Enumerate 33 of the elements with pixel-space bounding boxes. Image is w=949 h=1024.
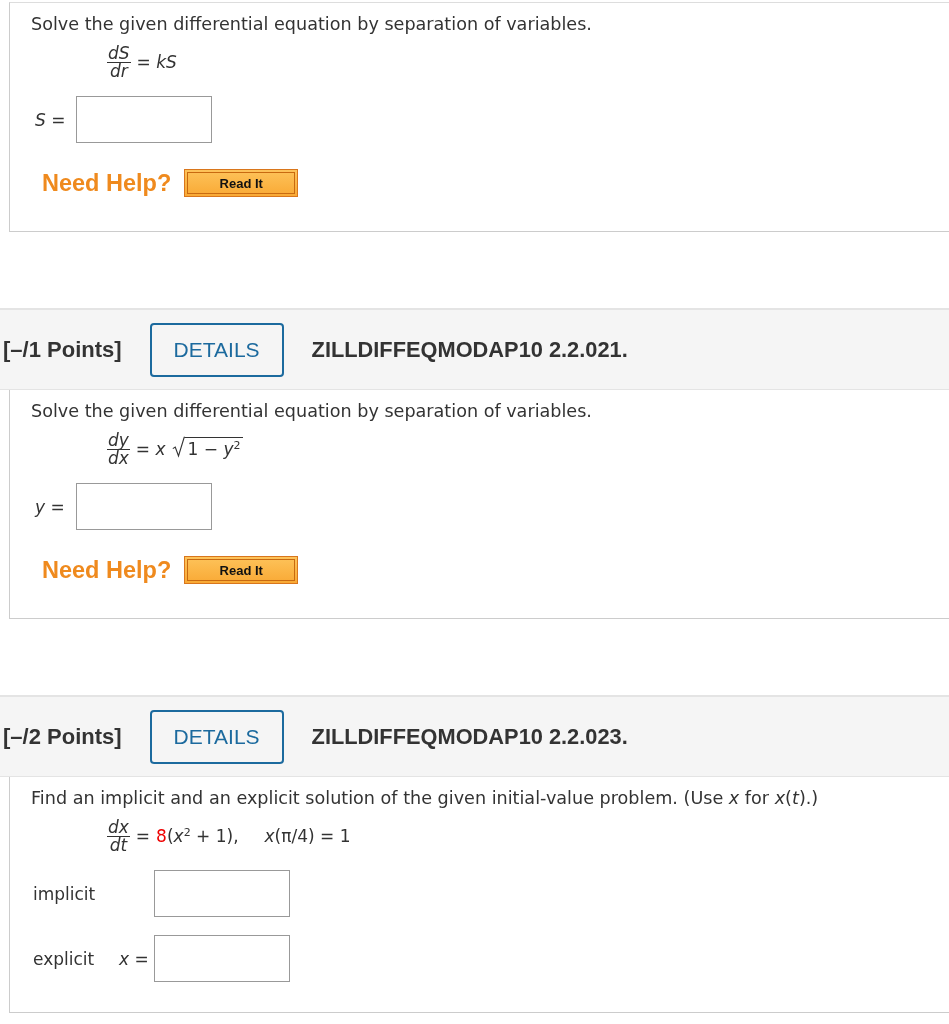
question-prompt: Find an implicit and an explicit solution of the given initial-value problem. (Use x for x(t).) — [31, 788, 820, 808]
fraction: dy dx — [107, 431, 130, 467]
answer-field[interactable] — [154, 935, 290, 982]
fraction: dx dt — [107, 818, 130, 854]
question-prompt: Solve the given differential equation by separation of variables. — [31, 401, 593, 421]
help-label: Need Help? — [42, 169, 172, 197]
equation-text: 1 − y$^{2}$ — [184, 437, 243, 459]
radical-icon — [171, 435, 185, 459]
equation-text: = kS — [136, 52, 177, 72]
fraction: dS dr — [107, 44, 131, 80]
points-label: [–/2 Points] — [3, 723, 122, 750]
points-label: [–/1 Points] — [3, 336, 122, 363]
answer-label: explicit — [32, 948, 96, 969]
answer-field[interactable] — [154, 870, 290, 917]
details-button[interactable]: DETAILS — [149, 322, 284, 377]
read-it-button[interactable]: Read It — [184, 169, 299, 197]
help-label: Need Help? — [42, 556, 172, 584]
answer-label: S = — [34, 109, 67, 130]
question-code: ZILLDIFFEQMODAP10 2.2.021. — [311, 336, 628, 363]
question-prompt: Solve the given differential equation by separation of variables. — [31, 14, 593, 34]
answer-field[interactable] — [76, 96, 212, 143]
equation-text: = x — [135, 439, 166, 459]
equation-text: x(π/4) = 1 — [264, 826, 351, 846]
equation-text: = — [135, 826, 151, 846]
question-code: ZILLDIFFEQMODAP10 2.2.023. — [311, 723, 628, 750]
answer-label: x = — [119, 948, 150, 969]
answer-label: implicit — [32, 883, 97, 904]
read-it-button[interactable]: Read It — [184, 556, 299, 584]
answer-label: y = — [33, 496, 66, 517]
equation-text: 8 — [156, 826, 167, 846]
equation-text: (x$^{2}$ + 1), — [166, 826, 239, 846]
answer-field[interactable] — [76, 483, 212, 530]
details-button[interactable]: DETAILS — [149, 709, 284, 764]
